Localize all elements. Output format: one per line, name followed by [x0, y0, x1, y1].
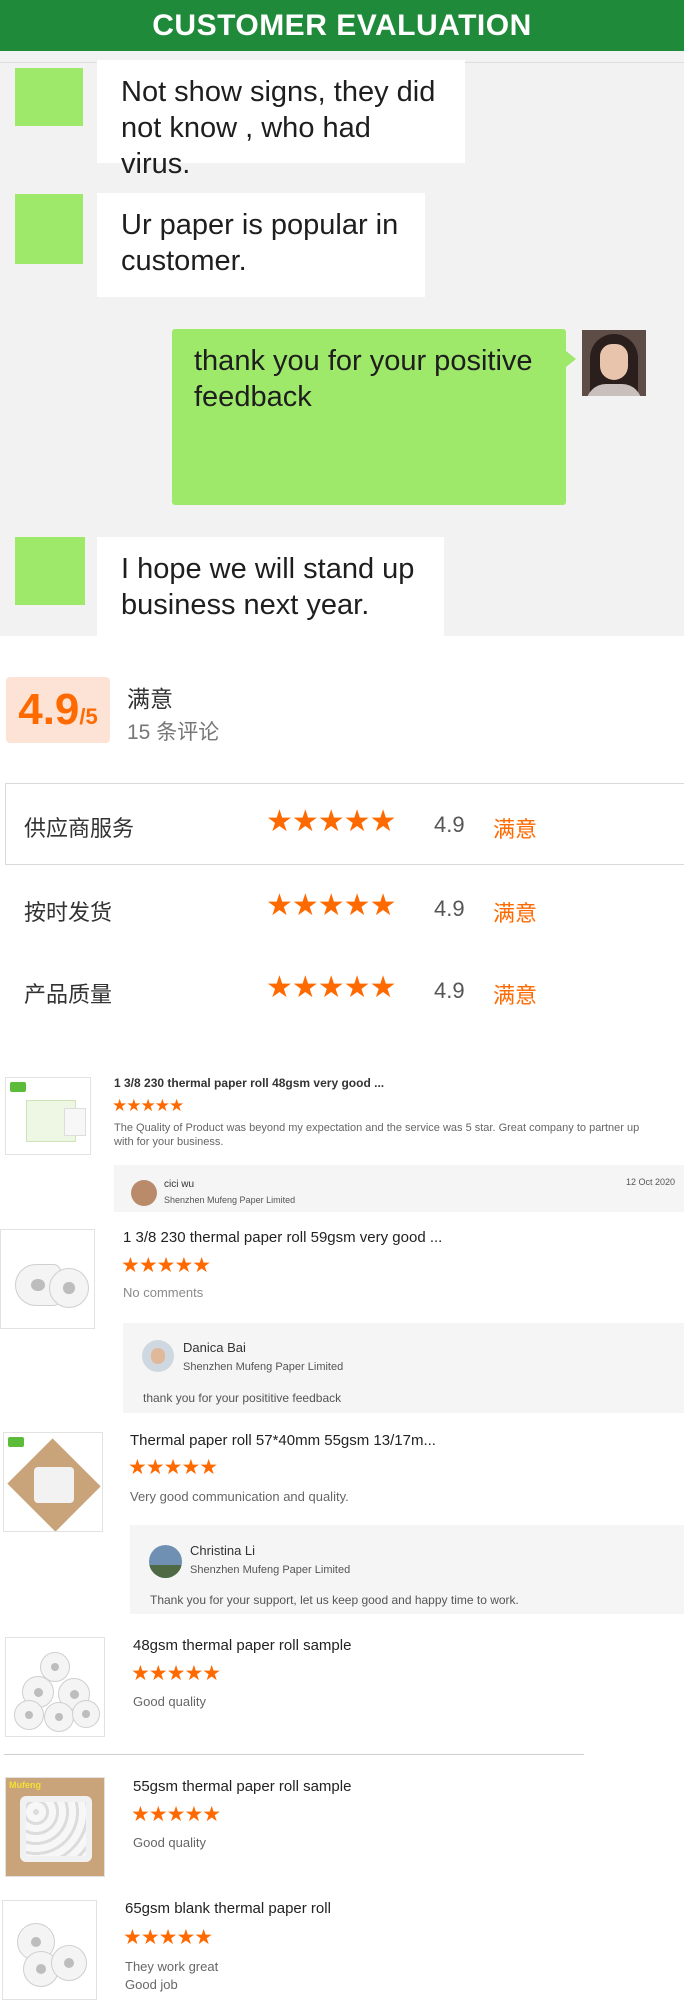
review-comment: No comments — [123, 1285, 204, 1300]
product-thumbnail[interactable] — [5, 1637, 105, 1737]
rating-row-label: 产品质量 — [24, 982, 113, 1007]
comment-line: with for your business. — [114, 1136, 224, 1148]
review-comment: They work great Good job — [125, 1958, 218, 1994]
comment-line: They work great — [125, 1959, 219, 1974]
seller-avatar — [582, 330, 646, 396]
review-product-title[interactable]: 55gsm thermal paper roll sample — [133, 1778, 351, 1795]
chat-message-customer: Not show signs, they did not know , who … — [97, 60, 465, 180]
overall-score-suffix: /5 — [79, 704, 98, 729]
review-product-title[interactable]: 1 3/8 230 thermal paper roll 48gsm very … — [114, 1076, 384, 1090]
customer-avatar — [15, 68, 83, 126]
comment-line: Good job — [125, 1977, 178, 1992]
rating-row-value: 4.9 — [434, 978, 465, 1003]
overall-score: 4.9 — [18, 685, 80, 734]
review-comment: Good quality — [133, 1835, 206, 1850]
star-icon: ★★★★★ — [266, 971, 396, 1004]
avatar — [149, 1545, 182, 1578]
rating-row-status: 满意 — [493, 817, 538, 842]
message-line: I hope we will stand up — [121, 553, 415, 585]
star-icon: ★★★★★ — [266, 889, 396, 922]
message-line: Not show signs, they did — [121, 76, 436, 108]
product-thumbnail[interactable] — [2, 1900, 97, 2000]
review-comment: Very good communication and quality. — [130, 1489, 349, 1504]
star-icon: ★★★★★ — [131, 1662, 221, 1685]
star-icon: ★★★★★ — [266, 805, 396, 838]
rating-row-label: 按时发货 — [24, 900, 113, 925]
reply-author: Danica Bai — [183, 1340, 246, 1355]
rating-row-value: 4.9 — [434, 896, 465, 921]
message-line: business next year. — [121, 589, 370, 621]
review-comment: Good quality — [133, 1694, 206, 1709]
reply-company: Shenzhen Mufeng Paper Limited — [164, 1195, 296, 1205]
thumb-brand-text: Mufeng — [9, 1780, 41, 1790]
avatar — [142, 1340, 174, 1372]
product-thumbnail[interactable] — [3, 1432, 103, 1532]
review-product-title[interactable]: 48gsm thermal paper roll sample — [133, 1637, 351, 1654]
review-product-title[interactable]: Thermal paper roll 57*40mm 55gsm 13/17m.… — [130, 1432, 436, 1449]
header-title: CUSTOMER EVALUATION — [152, 8, 532, 42]
product-thumbnail[interactable] — [0, 1229, 95, 1329]
message-line: customer. — [121, 245, 247, 277]
overall-score-badge: 4.9 /5 — [6, 677, 110, 743]
message-line: thank you for your positive — [194, 345, 533, 377]
review-comment: The Quality of Product was beyond my exp… — [114, 1121, 674, 1149]
review-product-title[interactable]: 1 3/8 230 thermal paper roll 59gsm very … — [123, 1229, 442, 1246]
star-icon: ★★★★★ — [121, 1254, 211, 1277]
star-icon: ★★★★★ — [112, 1096, 184, 1115]
rating-row-value: 4.9 — [434, 812, 465, 837]
message-line: feedback — [194, 381, 312, 413]
rating-row-status: 满意 — [493, 983, 538, 1008]
message-line: not know , who had virus. — [121, 112, 371, 180]
chat-message-customer: Ur paper is popular in customer. — [97, 193, 425, 297]
reply-company: Shenzhen Mufeng Paper Limited — [183, 1361, 344, 1373]
reply-text: Thank you for your support, let us keep … — [150, 1593, 519, 1607]
rating-row-status: 满意 — [493, 901, 538, 926]
page-header: CUSTOMER EVALUATION — [0, 0, 684, 51]
avatar — [131, 1180, 157, 1206]
satisfaction-label: 满意 — [127, 686, 173, 712]
star-icon: ★★★★★ — [123, 1926, 213, 1949]
product-thumbnail[interactable]: Mufeng — [5, 1777, 105, 1877]
message-line: Ur paper is popular in — [121, 209, 399, 241]
reply-company: Shenzhen Mufeng Paper Limited — [190, 1564, 351, 1576]
rating-row-label: 供应商服务 — [24, 816, 135, 841]
customer-avatar — [15, 537, 85, 605]
chat-message-customer: I hope we will stand up business next ye… — [97, 537, 444, 637]
customer-avatar — [15, 194, 83, 264]
comment-line: The Quality of Product was beyond my exp… — [114, 1122, 640, 1134]
reply-author: cici wu — [164, 1179, 195, 1190]
review-count[interactable]: 15 条评论 — [127, 716, 219, 746]
product-thumbnail[interactable] — [5, 1077, 91, 1155]
page: CUSTOMER EVALUATION Not show signs, they… — [0, 0, 684, 2009]
reply-date: 12 Oct 2020 — [626, 1177, 676, 1187]
chat-message-seller: thank you for your positive feedback — [172, 329, 576, 505]
reply-author: Christina Li — [190, 1543, 256, 1558]
star-icon: ★★★★★ — [128, 1456, 218, 1479]
star-icon: ★★★★★ — [131, 1803, 221, 1826]
review-product-title[interactable]: 65gsm blank thermal paper roll — [125, 1900, 331, 1917]
divider — [4, 1754, 584, 1755]
reply-text: thank you for your posititive feedback — [143, 1391, 342, 1405]
